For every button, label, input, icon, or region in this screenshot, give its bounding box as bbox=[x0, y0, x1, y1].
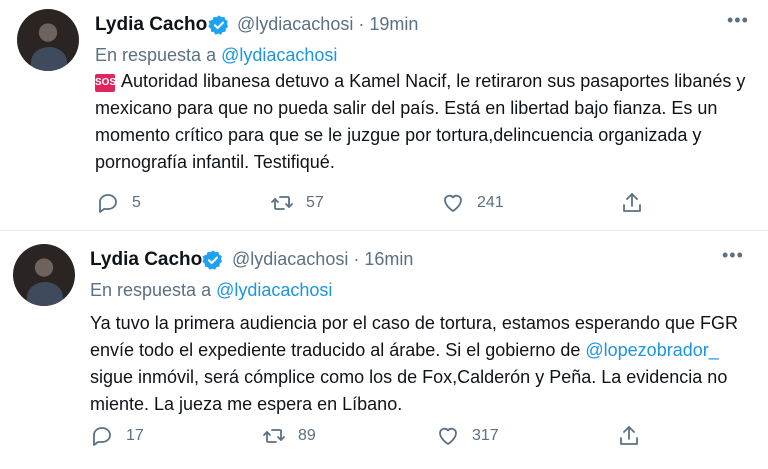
avatar[interactable] bbox=[17, 9, 79, 71]
retweet-icon bbox=[271, 196, 293, 210]
reply-context: En respuesta a @lydiacachosi bbox=[90, 280, 332, 301]
retweet-count: 89 bbox=[298, 427, 316, 444]
verified-badge-icon bbox=[202, 250, 223, 270]
share-icon bbox=[623, 193, 641, 212]
tweet-text-part-2: sigue inmóvil, será cómplice como los de… bbox=[90, 367, 728, 414]
reply-to-mention[interactable]: @lydiacachosi bbox=[216, 280, 332, 300]
more-icon[interactable]: ••• bbox=[722, 245, 744, 266]
sos-emoji-icon: SOS bbox=[95, 74, 116, 92]
share-button[interactable] bbox=[620, 191, 644, 215]
tweet-text: Ya tuvo la primera audiencia por el caso… bbox=[90, 310, 760, 418]
verified-badge-icon bbox=[208, 15, 229, 35]
reply-count: 5 bbox=[132, 194, 141, 211]
reply-count: 17 bbox=[126, 427, 144, 444]
reply-button[interactable]: 5 bbox=[96, 191, 141, 215]
reply-icon bbox=[93, 427, 111, 446]
retweet-button[interactable]: 89 bbox=[262, 424, 316, 448]
mention-link[interactable]: @lopezobrador_ bbox=[585, 340, 718, 360]
tweet[interactable]: Lydia Cacho @lydiacachosi · 16min ••• En… bbox=[0, 232, 768, 469]
like-count: 241 bbox=[477, 194, 504, 211]
author-name[interactable]: Lydia Cacho bbox=[95, 14, 207, 36]
like-icon bbox=[439, 427, 457, 445]
reply-prefix: En respuesta a bbox=[95, 45, 217, 65]
reply-prefix: En respuesta a bbox=[90, 280, 212, 300]
retweet-button[interactable]: 57 bbox=[270, 191, 324, 215]
share-button[interactable] bbox=[617, 424, 641, 448]
handle-and-time[interactable]: @lydiacachosi · 16min bbox=[232, 249, 413, 270]
share-icon bbox=[620, 426, 638, 445]
like-count: 317 bbox=[472, 427, 499, 444]
retweet-count: 57 bbox=[306, 194, 324, 211]
tweet-text: SOS Autoridad libanesa detuvo a Kamel Nac… bbox=[95, 68, 765, 176]
retweet-icon bbox=[263, 429, 285, 443]
tweet-divider bbox=[0, 230, 768, 231]
reply-button[interactable]: 17 bbox=[90, 424, 144, 448]
reply-icon bbox=[99, 194, 117, 213]
author-name[interactable]: Lydia Cacho bbox=[90, 249, 202, 271]
handle-and-time[interactable]: @lydiacachosi · 19min bbox=[237, 14, 418, 35]
tweet-text-content: Autoridad libanesa detuvo a Kamel Nacif,… bbox=[95, 71, 746, 172]
tweet[interactable]: Lydia Cacho @lydiacachosi · 19min ••• En… bbox=[0, 0, 768, 230]
like-button[interactable]: 317 bbox=[436, 424, 499, 448]
like-button[interactable]: 241 bbox=[441, 191, 504, 215]
like-icon bbox=[444, 194, 462, 212]
avatar[interactable] bbox=[13, 244, 75, 306]
more-icon[interactable]: ••• bbox=[727, 10, 749, 31]
reply-to-mention[interactable]: @lydiacachosi bbox=[221, 45, 337, 65]
reply-context: En respuesta a @lydiacachosi bbox=[95, 45, 337, 66]
